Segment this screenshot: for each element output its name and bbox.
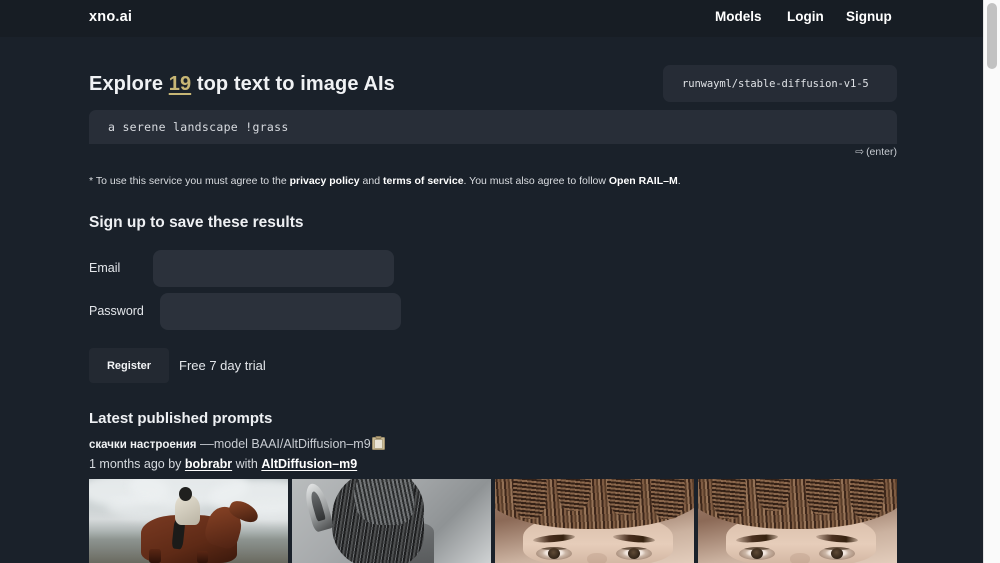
eyelid-shape: [536, 547, 572, 550]
scrollbar-thumb[interactable]: [987, 3, 997, 69]
rider-head-shape: [179, 487, 192, 501]
latest-prompt-title: скачки настроения ––model BAAI/AltDiffus…: [89, 436, 385, 453]
latest-prompt-model-link[interactable]: AltDiffusion–m9: [261, 457, 357, 471]
prompt-input[interactable]: a serene landscape !grass: [89, 110, 897, 144]
result-thumbnail[interactable]: [495, 479, 694, 563]
nose-shape: [790, 553, 810, 563]
result-thumbnail[interactable]: [89, 479, 288, 563]
email-label: Email: [89, 261, 121, 275]
open-rail-m-link[interactable]: Open RAIL–M: [609, 175, 678, 187]
model-selector[interactable]: runwayml/stable-diffusion-v1-5: [663, 65, 897, 102]
prompt-input-value: a serene landscape !grass: [108, 120, 289, 134]
password-input[interactable]: [160, 293, 401, 330]
horse-mane-shape: [354, 479, 414, 525]
eye-shape: [536, 547, 572, 560]
eye-shape: [739, 547, 775, 560]
prompt-submit-hint: ⇨ (enter): [845, 146, 897, 158]
privacy-policy-link[interactable]: privacy policy: [290, 175, 360, 187]
nav-link-models[interactable]: Models: [715, 9, 762, 24]
model-selector-value: runwayml/stable-diffusion-v1-5: [682, 77, 869, 90]
clipboard-icon[interactable]: [371, 436, 385, 453]
disclaimer-text-1: * To use this service you must agree to …: [89, 175, 290, 187]
page-scrollbar[interactable]: [983, 0, 1000, 563]
latest-prompt-time: 1 months ago by: [89, 457, 185, 471]
horse-leg-shape: [197, 551, 208, 563]
signup-heading: Sign up to save these results: [89, 214, 304, 231]
disclaimer-text-4: .: [677, 175, 681, 187]
page-canvas: xno.ai Models Login Signup Explore 19 to…: [0, 0, 983, 563]
free-trial-note: Free 7 day trial: [179, 358, 266, 373]
latest-prompt-text: скачки настроения: [89, 439, 197, 451]
latest-prompt-author-link[interactable]: bobrabr: [185, 457, 232, 471]
site-header: xno.ai Models Login Signup: [0, 0, 983, 37]
results-gallery: [89, 479, 897, 563]
register-button[interactable]: Register: [89, 348, 169, 383]
disclaimer-text-3: . You must also agree to follow: [463, 175, 609, 187]
page-title-suffix: top text to image AIs: [191, 73, 395, 95]
email-input[interactable]: [153, 250, 394, 287]
eyelid-shape: [739, 547, 775, 550]
enter-arrow-icon: ⇨: [855, 146, 865, 158]
enter-hint-label: (enter): [866, 146, 897, 158]
result-thumbnail[interactable]: [292, 479, 491, 563]
eye-shape: [616, 547, 652, 560]
result-thumbnail[interactable]: [698, 479, 897, 563]
hair-strand-shape: [651, 479, 685, 519]
hair-strand-shape: [712, 479, 746, 519]
page-title-prefix: Explore: [89, 73, 169, 95]
eyelid-shape: [616, 547, 652, 550]
latest-prompt-meta: 1 months ago by bobrabr with AltDiffusio…: [89, 457, 357, 471]
nose-shape: [587, 553, 607, 563]
latest-prompt-model-flag: ––model BAAI/AltDiffusion–m9: [196, 437, 371, 451]
terms-of-service-link[interactable]: terms of service: [383, 175, 464, 187]
disclaimer-text-2: and: [359, 175, 383, 187]
eye-shape: [819, 547, 855, 560]
nav-link-login[interactable]: Login: [787, 9, 824, 24]
hair-strand-shape: [850, 479, 884, 519]
password-label: Password: [89, 304, 144, 318]
horse-leg-shape: [149, 549, 161, 563]
page-title-count[interactable]: 19: [169, 73, 191, 95]
nav-link-signup[interactable]: Signup: [846, 9, 892, 24]
latest-prompt-with: with: [232, 457, 262, 471]
page-title: Explore 19 top text to image AIs: [89, 73, 395, 96]
latest-prompts-heading: Latest published prompts: [89, 410, 273, 427]
site-logo[interactable]: xno.ai: [89, 9, 132, 25]
hair-strand-shape: [513, 479, 547, 519]
eyelid-shape: [819, 547, 855, 550]
terms-disclaimer: * To use this service you must agree to …: [89, 174, 681, 188]
